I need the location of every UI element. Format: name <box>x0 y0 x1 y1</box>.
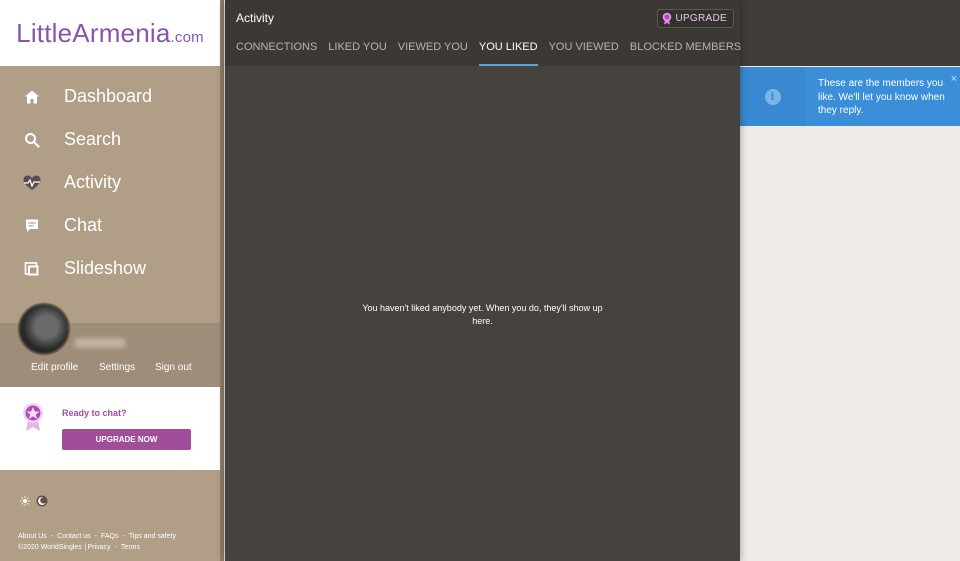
sidebar-item-chat[interactable]: Chat <box>0 204 220 247</box>
avatar[interactable] <box>18 303 70 355</box>
footer-separator: - <box>94 533 97 540</box>
toast-message: These are the members you like. We'll le… <box>818 78 945 116</box>
tab-liked-you[interactable]: LIKED YOU <box>328 38 387 64</box>
privacy-link[interactable]: Privacy <box>88 544 111 551</box>
tab-connections[interactable]: CONNECTIONS <box>236 38 317 64</box>
search-icon <box>22 130 42 150</box>
close-icon[interactable]: × <box>951 73 957 85</box>
logo[interactable]: LittleArmenia.com <box>16 18 204 49</box>
upgrade-promo: Ready to chat? UPGRADE NOW <box>0 387 220 470</box>
modal-header: Activity UPGRADE CONNECTIONS LIKED YOU V… <box>225 0 741 66</box>
star-badge-icon <box>22 402 44 432</box>
tab-you-liked[interactable]: YOU LIKED <box>478 38 538 66</box>
tab-viewed-you[interactable]: VIEWED YOU <box>398 38 468 64</box>
sidebar-item-label: Chat <box>64 215 103 235</box>
theme-toggle <box>20 495 48 507</box>
toast-icon-area: i <box>740 67 805 126</box>
info-icon: i <box>764 88 781 105</box>
empty-state-message: You haven't liked anybody yet. When you … <box>362 303 603 326</box>
upgrade-label: UPGRADE <box>675 13 727 24</box>
copyright-text: ©2020 WorldSingles <box>18 544 82 551</box>
sidebar-item-label: Activity <box>64 172 122 192</box>
sidebar-nav: Dashboard Search Activity Chat Slideshow <box>0 75 220 290</box>
sun-icon[interactable] <box>20 496 30 506</box>
edit-profile-link[interactable]: Edit profile <box>31 362 78 373</box>
sidebar-divider <box>220 0 224 561</box>
activity-modal: Activity UPGRADE CONNECTIONS LIKED YOU V… <box>225 0 741 561</box>
footer-separator: | <box>84 544 87 551</box>
faqs-link[interactable]: FAQs <box>101 533 119 540</box>
modal-title: Activity <box>236 11 275 25</box>
heartbeat-icon <box>22 173 42 193</box>
sign-out-link[interactable]: Sign out <box>155 362 192 373</box>
logo-box[interactable]: LittleArmenia.com <box>0 0 220 66</box>
sidebar-item-label: Slideshow <box>64 258 147 278</box>
sidebar: LittleArmenia.com Dashboard Search Activ… <box>0 0 220 561</box>
sidebar-item-search[interactable]: Search <box>0 118 220 161</box>
sidebar-item-dashboard[interactable]: Dashboard <box>0 75 220 118</box>
tab-blocked-members[interactable]: BLOCKED MEMBERS <box>630 38 741 64</box>
username-blurred <box>74 338 126 348</box>
settings-link[interactable]: Settings <box>99 362 135 373</box>
header-overlay <box>740 0 960 66</box>
moon-icon[interactable] <box>36 495 48 507</box>
sidebar-item-activity[interactable]: Activity <box>0 161 220 204</box>
about-us-link[interactable]: About Us <box>18 533 47 540</box>
logo-suffix: .com <box>170 28 204 46</box>
activity-tabs: CONNECTIONS LIKED YOU VIEWED YOU YOU LIK… <box>225 38 741 66</box>
footer-separator: - <box>114 544 117 551</box>
slideshow-icon <box>22 259 42 279</box>
terms-link[interactable]: Terms <box>121 544 140 551</box>
tips-safety-link[interactable]: Tips and safety <box>129 533 176 540</box>
upgrade-button[interactable]: UPGRADE <box>657 9 734 28</box>
sidebar-item-label: Search <box>64 129 122 149</box>
badge-icon <box>662 12 672 25</box>
tab-you-viewed[interactable]: YOU VIEWED <box>549 38 619 64</box>
footer-separator: - <box>50 533 54 540</box>
chat-icon <box>22 216 42 236</box>
home-icon <box>22 87 42 107</box>
sidebar-item-slideshow[interactable]: Slideshow <box>0 247 220 290</box>
info-toast: i These are the members you like. We'll … <box>740 67 960 126</box>
contact-us-link[interactable]: Contact us <box>57 533 90 540</box>
sidebar-footer: About Us - Contact us - FAQs - Tips and safety… <box>18 531 176 553</box>
footer-separator: - <box>122 533 125 540</box>
upgrade-now-button[interactable]: UPGRADE NOW <box>62 429 191 450</box>
sidebar-item-label: Dashboard <box>64 86 153 106</box>
promo-title: Ready to chat? <box>62 408 127 418</box>
logo-main: LittleArmenia <box>16 17 171 48</box>
